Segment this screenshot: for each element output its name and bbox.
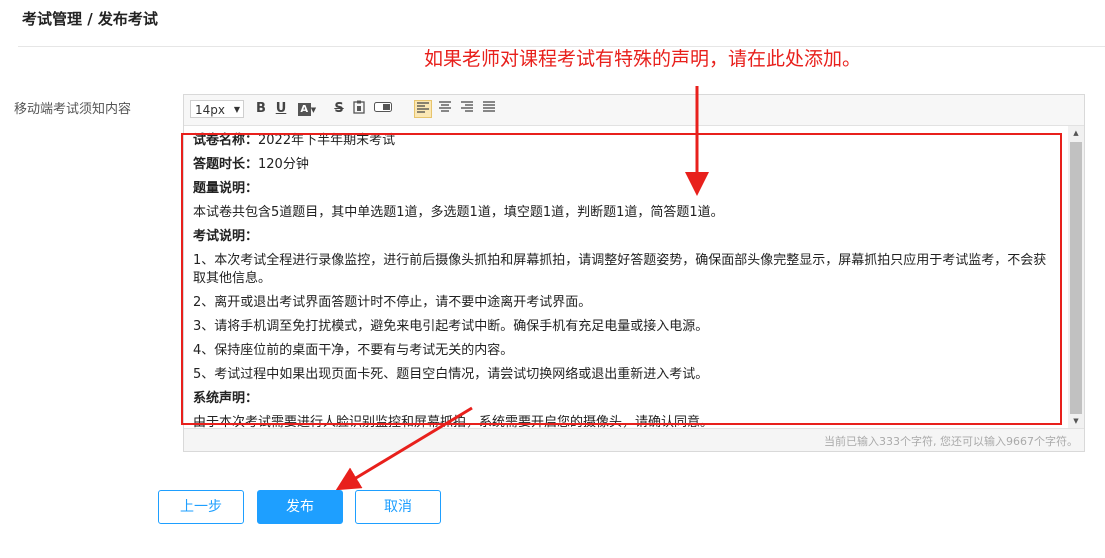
system-statement-text: 由于本次考试需要进行人脸识别监控和屏幕抓拍，系统需要开启您的摄像头，请确认同意。 (193, 415, 714, 428)
chevron-down-icon: ▼ (233, 105, 240, 114)
exam-rule-item: 4、保持座位前的桌面干净，不要有与考试无关的内容。 (193, 343, 514, 358)
strikethrough-icon[interactable]: S (330, 100, 348, 118)
duration-value: 120分钟 (258, 157, 309, 172)
exam-rule-item: 3、请将手机调至免打扰模式，避免来电引起考试中断。确保手机有充足电量或接入电源。 (193, 319, 709, 334)
font-size-select[interactable]: 14px ▼ (190, 100, 244, 118)
font-size-value: 14px (195, 103, 225, 117)
align-justify-icon[interactable] (480, 100, 498, 118)
align-center-icon[interactable] (436, 100, 454, 118)
paper-name-line: 试卷名称：2022年下半年期末考试 (193, 132, 1055, 150)
system-statement-heading: 系统声明： (193, 390, 1055, 408)
duration-line: 答题时长：120分钟 (193, 156, 1055, 174)
align-right-icon[interactable] (458, 100, 476, 118)
question-desc-heading: 题量说明： (193, 180, 1055, 198)
exam-rule-item: 1、本次考试全程进行录像监控，进行前后摄像头抓拍和屏幕抓拍，请调整好答题姿势，确… (193, 253, 1047, 286)
system-statement-label: 系统声明： (193, 391, 259, 406)
paper-name-label: 试卷名称： (193, 133, 259, 148)
paste-text-icon[interactable] (350, 100, 368, 118)
exam-desc-heading: 考试说明： (193, 228, 1055, 246)
toggle-icon[interactable] (372, 100, 394, 118)
notice-field-label: 移动端考试须知内容 (14, 102, 132, 117)
question-desc-label: 题量说明： (193, 181, 259, 196)
question-desc-text: 本试卷共包含5道题目，其中单选题1道，多选题1道，填空题1道，判断题1道，简答题… (193, 205, 724, 220)
publish-button[interactable]: 发布 (257, 490, 343, 524)
scrollbar-thumb[interactable] (1070, 142, 1082, 414)
editor-content-area[interactable]: 试卷名称：2022年下半年期末考试 答题时长：120分钟 题量说明： 本试卷共包… (184, 126, 1084, 428)
exam-desc-label: 考试说明： (193, 229, 259, 244)
annotation-text: 如果老师对课程考试有特殊的声明，请在此处添加。 (424, 48, 862, 70)
char-count: 当前已输入333个字符, 您还可以输入9667个字符。 (824, 435, 1078, 448)
cancel-button[interactable]: 取消 (355, 490, 441, 524)
exam-rule-item: 2、离开或退出考试界面答题计时不停止，请不要中途离开考试界面。 (193, 295, 592, 310)
editor-toolbar: 14px ▼ B U A ▼ S (184, 95, 1084, 126)
exam-rule-item: 5、考试过程中如果出现页面卡死、题目空白情况，请尝试切换网络或退出重新进入考试。 (193, 367, 709, 382)
align-left-icon[interactable] (414, 100, 432, 118)
underline-icon[interactable]: U (272, 100, 290, 118)
editor-content: 试卷名称：2022年下半年期末考试 答题时长：120分钟 题量说明： 本试卷共包… (193, 132, 1055, 428)
duration-label: 答题时长： (193, 157, 259, 172)
prev-step-button[interactable]: 上一步 (158, 490, 244, 524)
bold-icon[interactable]: B (252, 100, 270, 118)
rich-text-editor[interactable]: 14px ▼ B U A ▼ S 试卷名称：2022年下半年期末考试 答题时长：… (183, 94, 1085, 452)
editor-scrollbar[interactable]: ▲ ▼ (1068, 126, 1084, 428)
breadcrumb: 考试管理 / 发布考试 (22, 10, 158, 28)
editor-statusbar: 当前已输入333个字符, 您还可以输入9667个字符。 (184, 428, 1084, 451)
scroll-up-icon[interactable]: ▲ (1068, 126, 1084, 140)
scroll-down-icon[interactable]: ▼ (1068, 414, 1084, 428)
paper-name-value: 2022年下半年期末考试 (258, 133, 396, 148)
font-color-icon[interactable]: A ▼ (294, 100, 320, 118)
